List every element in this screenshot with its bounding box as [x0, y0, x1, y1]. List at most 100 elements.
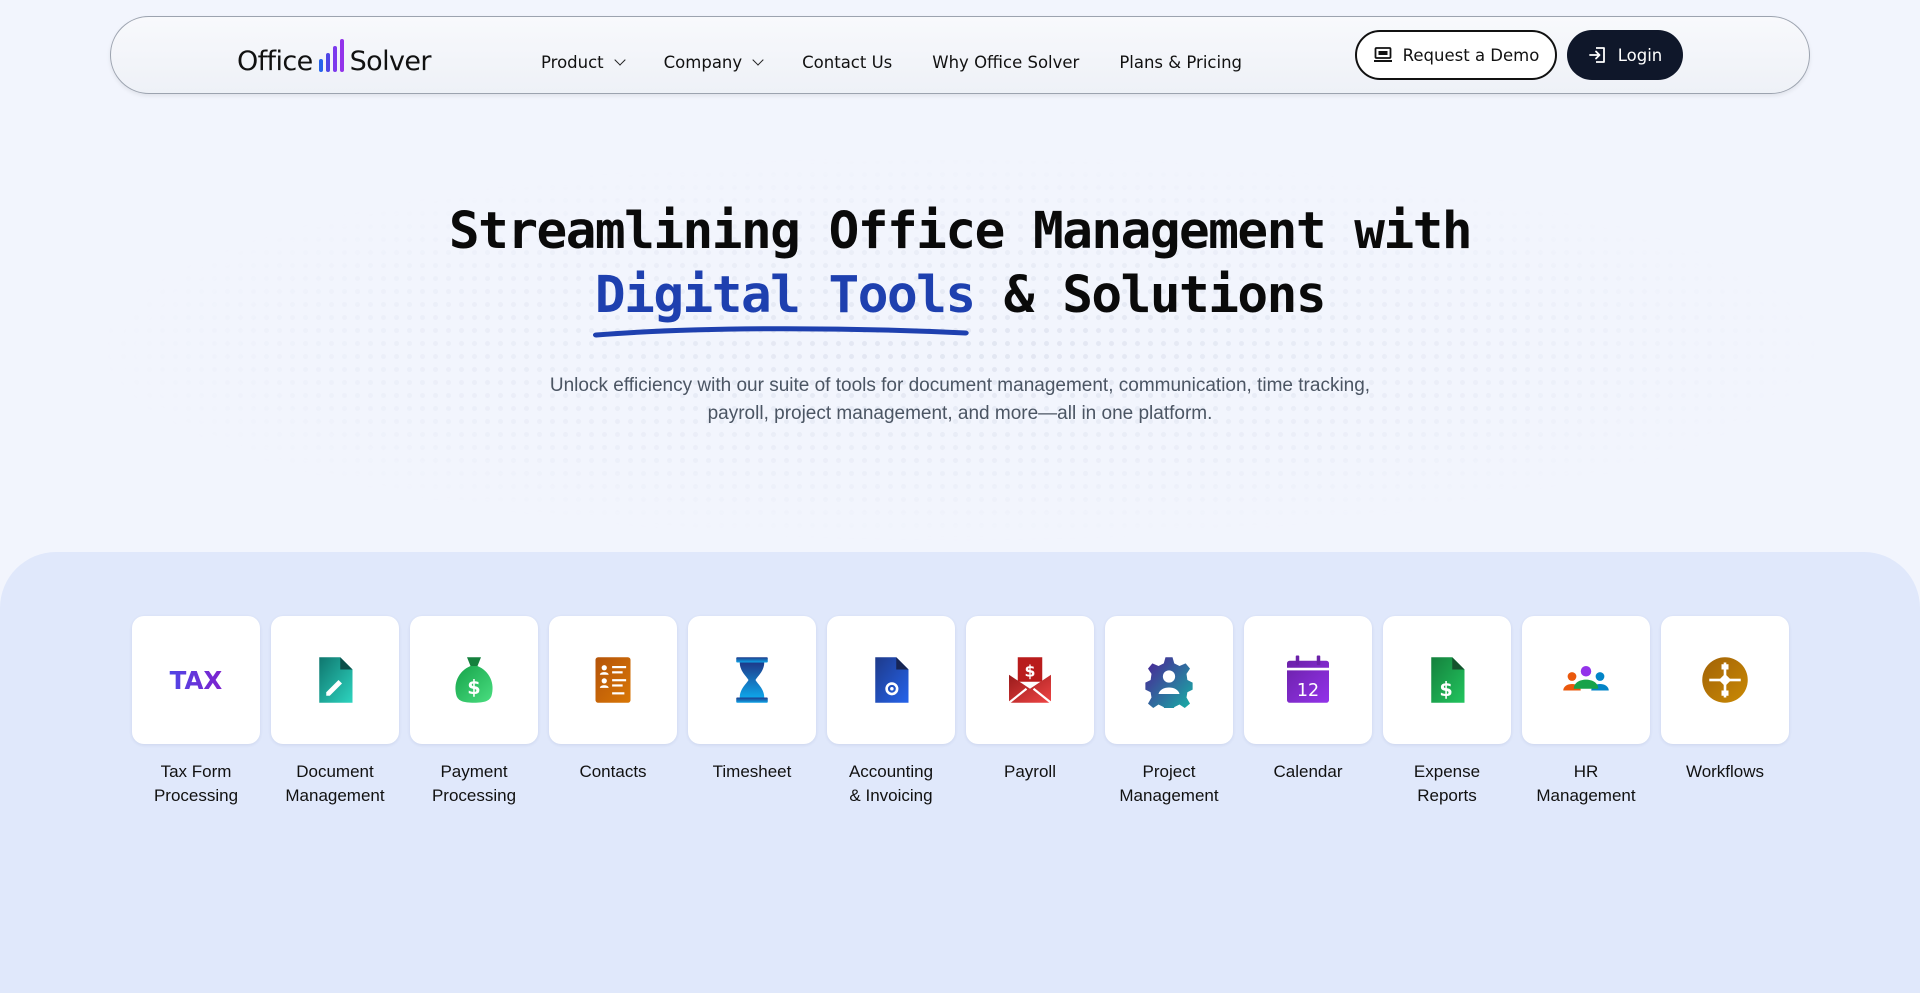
- nav-product-label: Product: [541, 52, 604, 72]
- chevron-down-icon: [613, 53, 626, 66]
- nav-contact-us-label: Contact Us: [802, 52, 893, 72]
- tool-project-management[interactable]: Project Management: [1105, 616, 1233, 808]
- svg-text:$: $: [1439, 678, 1452, 701]
- tool-payroll[interactable]: $ Payroll: [966, 616, 1094, 808]
- tool-workflows[interactable]: Workflows: [1661, 616, 1789, 808]
- tool-label-line2: Processing: [431, 786, 517, 805]
- brand-bar: [332, 46, 337, 72]
- brand-bar: [318, 59, 323, 72]
- brand-bar: [339, 39, 344, 72]
- tool-tile: $: [410, 616, 538, 744]
- calendar-icon-day: 12: [1297, 681, 1319, 701]
- tax-icon-text: TAX: [170, 666, 223, 695]
- tool-timesheet[interactable]: Timesheet: [688, 616, 816, 808]
- hero-title-highlight: Digital Tools: [592, 264, 976, 338]
- hero-underline-stroke: [592, 326, 969, 338]
- expense-report-icon: $: [1431, 657, 1465, 703]
- tool-label: Contacts: [538, 760, 688, 784]
- tool-label-line1: Timesheet: [712, 762, 792, 781]
- nav-why-office-solver[interactable]: Why Office Solver: [932, 53, 1079, 72]
- hero-title-highlight-text: Digital Tools: [594, 266, 976, 325]
- svg-text:$: $: [467, 676, 480, 699]
- tool-label-line2: Management: [1119, 786, 1219, 805]
- project-gear-icon: [1145, 657, 1193, 708]
- tool-tile: $: [1383, 616, 1511, 744]
- tool-label: Calendar: [1233, 760, 1383, 784]
- tool-label: Expense Reports: [1372, 760, 1522, 808]
- tool-label-line1: Contacts: [579, 762, 647, 781]
- login-label: Login: [1617, 45, 1663, 65]
- brand-word-office: Office: [237, 46, 313, 77]
- tool-tile: [688, 616, 816, 744]
- tool-tile: [827, 616, 955, 744]
- tool-expense-reports[interactable]: $ Expense Reports: [1383, 616, 1511, 808]
- tool-tile: [1522, 616, 1650, 744]
- tool-label-line1: Tax Form: [160, 762, 232, 781]
- tool-label-line1: Payroll: [1004, 762, 1056, 781]
- money-bag-icon: $: [455, 657, 493, 703]
- hero-title: Streamlining Office Management with Digi…: [0, 200, 1920, 338]
- tool-label: Payroll: [955, 760, 1105, 784]
- nav-plans-pricing[interactable]: Plans & Pricing: [1119, 53, 1242, 72]
- tool-label-line1: Document: [296, 762, 374, 781]
- invoice-gear-icon: [875, 657, 909, 703]
- tool-label: Timesheet: [677, 760, 827, 784]
- nav-product[interactable]: Product: [541, 52, 626, 72]
- tax-icon: TAX: [170, 666, 223, 695]
- tool-payment-processing[interactable]: $ Payment Processing: [410, 616, 538, 808]
- tool-hr-management[interactable]: HR Management: [1522, 616, 1650, 808]
- tool-contacts[interactable]: Contacts: [549, 616, 677, 808]
- payroll-envelope-icon: $: [1008, 657, 1052, 704]
- hero-subtitle: Unlock efficiency with our suite of tool…: [549, 375, 1371, 424]
- tool-label-line1: HR: [1573, 762, 1599, 781]
- tool-tax-form-processing[interactable]: TAX Tax Form Processing: [132, 616, 260, 808]
- request-demo-button[interactable]: Request a Demo: [1355, 30, 1557, 80]
- tool-tile: TAX: [132, 616, 260, 744]
- nav-company[interactable]: Company: [663, 52, 764, 72]
- tool-tile: [549, 616, 677, 744]
- tool-label-line1: Accounting: [848, 762, 934, 781]
- tool-document-management[interactable]: Document Management: [271, 616, 399, 808]
- tools-panel: TAX Tax Form Processing Document Managem…: [0, 552, 1920, 993]
- contacts-list-icon: [595, 657, 631, 703]
- tool-label: HR Management: [1511, 760, 1661, 808]
- tool-label-line2: Processing: [153, 786, 239, 805]
- main-nav: Product Company Contact Us Why Office So…: [541, 17, 1242, 95]
- login-button[interactable]: Login: [1567, 30, 1683, 80]
- tool-label: Workflows: [1650, 760, 1800, 784]
- tool-label: Accounting & Invoicing: [816, 760, 966, 808]
- brand-logo[interactable]: Office Solver: [237, 37, 431, 77]
- tool-calendar[interactable]: 12 Calendar: [1244, 616, 1372, 808]
- nav-plans-label: Plans & Pricing: [1119, 52, 1242, 72]
- request-demo-label: Request a Demo: [1402, 45, 1540, 65]
- hero-title-rest: & Solutions: [974, 266, 1327, 325]
- tool-label-line2: Reports: [1417, 786, 1477, 805]
- tool-label-line1: Project: [1142, 762, 1196, 781]
- tool-label-line2: & Invoicing: [849, 786, 933, 805]
- top-navbar: Office Solver Product Company Contact Us…: [110, 16, 1810, 94]
- team-people-icon: [1563, 666, 1609, 691]
- brand-bar: [325, 53, 330, 72]
- brand-bars-icon: [318, 38, 344, 72]
- tool-label-line1: Calendar: [1273, 762, 1343, 781]
- nav-contact-us[interactable]: Contact Us: [802, 53, 892, 72]
- calendar-icon: 12: [1287, 655, 1329, 703]
- tool-label-line2: Management: [285, 786, 385, 805]
- svg-text:$: $: [1025, 662, 1036, 681]
- nav-company-label: Company: [663, 52, 743, 72]
- tool-label-line1: Expense: [1413, 762, 1481, 781]
- tool-tile: 12: [1244, 616, 1372, 744]
- login-icon: [1588, 47, 1605, 63]
- chevron-down-icon: [752, 53, 764, 66]
- tool-label: Project Management: [1094, 760, 1244, 808]
- tools-grid: TAX Tax Form Processing Document Managem…: [132, 616, 1789, 808]
- hero-title-line1: Streamlining Office Management with: [448, 202, 1473, 261]
- tool-tile: $: [966, 616, 1094, 744]
- tool-label-line1: Payment: [440, 762, 508, 781]
- tool-tile: [1105, 616, 1233, 744]
- tool-label: Tax Form Processing: [121, 760, 271, 808]
- tool-label: Document Management: [260, 760, 410, 808]
- tool-accounting-invoicing[interactable]: Accounting & Invoicing: [827, 616, 955, 808]
- tool-label-line2: Management: [1536, 786, 1636, 805]
- tool-label: Payment Processing: [399, 760, 549, 808]
